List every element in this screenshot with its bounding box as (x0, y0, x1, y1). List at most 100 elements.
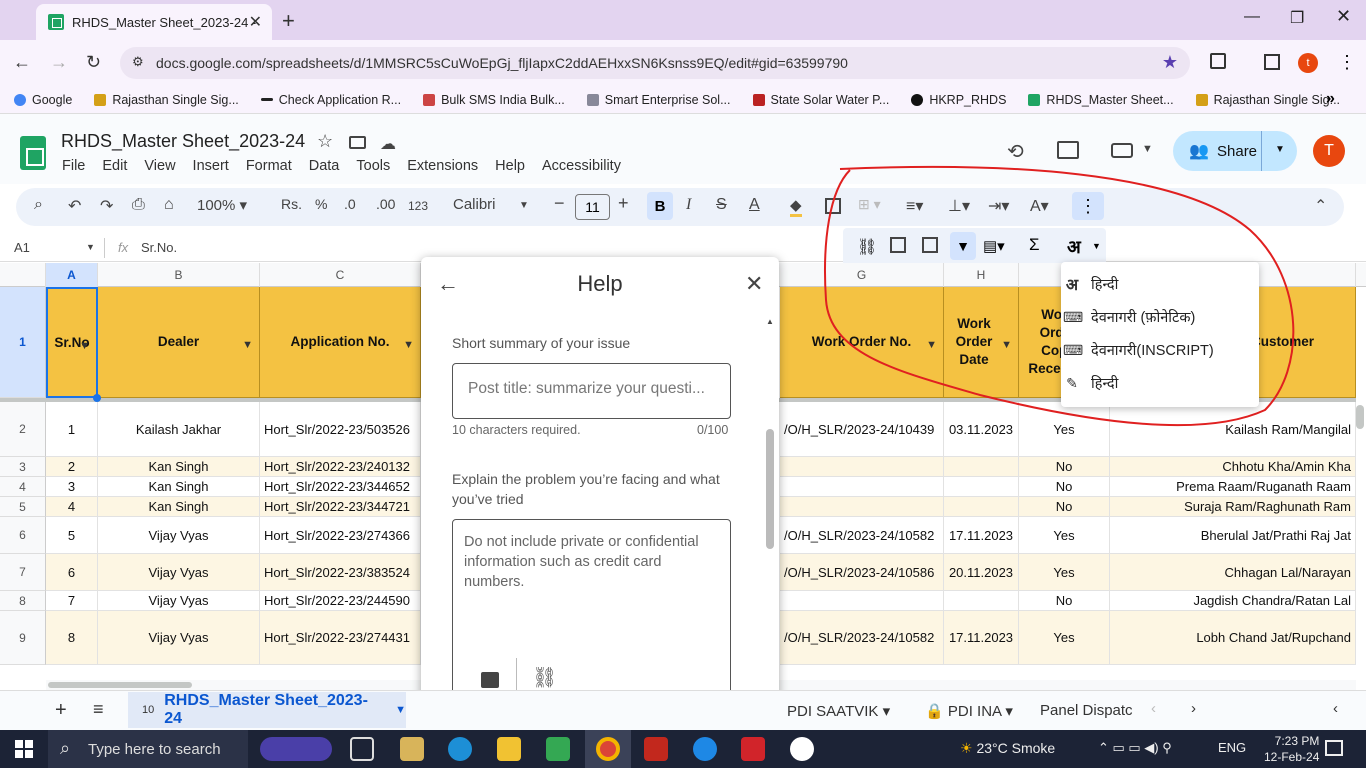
cell-sr[interactable]: 8 (46, 611, 98, 665)
menu-accessibility[interactable]: Accessibility (542, 158, 621, 174)
forward-icon[interactable]: → (50, 52, 68, 73)
header-cell-b[interactable]: Dealer ▼ (98, 287, 260, 398)
bookmark-item[interactable]: Google (14, 93, 72, 107)
redo-icon[interactable]: ↷ (100, 196, 113, 216)
cell-copy-received[interactable]: Yes (1019, 554, 1110, 591)
horizontal-scroll-thumb[interactable] (48, 682, 192, 688)
cell-dealer[interactable]: Kan Singh (98, 457, 260, 477)
insert-comment-icon[interactable] (890, 237, 906, 253)
star-icon[interactable]: ☆ (317, 131, 333, 152)
menu-edit[interactable]: Edit (102, 158, 127, 174)
collapse-menus-icon[interactable]: ⌃ (1314, 196, 1327, 216)
insert-link-icon[interactable]: ⛓ (532, 668, 557, 688)
filter-icon[interactable]: ▼ (403, 336, 414, 354)
insert-link-icon[interactable]: ⛓ (857, 237, 877, 257)
header-cell-g[interactable]: Work Order No. ▼ (780, 287, 944, 398)
header-cell-a[interactable]: Sr.No ▼ (46, 287, 98, 398)
row-number[interactable]: 5 (0, 497, 46, 517)
cell-work-order-date[interactable] (944, 497, 1019, 517)
cell-sr[interactable]: 5 (46, 517, 98, 554)
input-tools-dropdown-icon[interactable]: ▼ (1092, 241, 1101, 251)
acrobat-icon[interactable] (644, 737, 668, 761)
taskbar-search-box[interactable]: ⌕ Type here to search (48, 730, 248, 768)
vyapar-icon[interactable] (741, 737, 765, 761)
site-info-icon[interactable]: ⚙ (132, 54, 144, 70)
cell-customer[interactable]: Kailash Ram/Mangilal (1110, 402, 1356, 457)
column-header-c[interactable]: C (260, 263, 421, 287)
cell-work-order-date[interactable] (944, 591, 1019, 611)
dialog-scroll-thumb[interactable] (766, 429, 774, 549)
menu-item-hindi-transliteration[interactable]: अ हिन्दी (1066, 274, 1119, 294)
document-title[interactable]: RHDS_Master Sheet_2023-24 (61, 131, 305, 152)
meet-icon[interactable] (1111, 143, 1133, 158)
header-cell-h[interactable]: Work Order Date ▼ (944, 287, 1019, 398)
cell-application-no[interactable]: Hort_Slr/2022-23/244590 (260, 591, 421, 611)
bookmark-item[interactable]: RHDS_Master Sheet... (1028, 93, 1174, 107)
menu-extensions[interactable]: Extensions (407, 158, 478, 174)
notifications-icon[interactable] (1325, 740, 1343, 756)
internet-explorer-icon[interactable] (693, 737, 717, 761)
cell-copy-received[interactable]: No (1019, 457, 1110, 477)
row-number[interactable]: 7 (0, 554, 46, 591)
row-number[interactable]: 8 (0, 591, 46, 611)
weather-widget[interactable]: ☀ 23°C Smoke (960, 740, 1055, 757)
text-color-icon[interactable]: A (749, 196, 760, 214)
cell-work-order-no[interactable] (780, 591, 944, 611)
more-options-icon[interactable]: ⋮ (1072, 192, 1104, 220)
menu-format[interactable]: Format (246, 158, 292, 174)
bookmark-item[interactable]: State Solar Water P... (752, 93, 889, 107)
browser-menu-icon[interactable]: ⋮ (1338, 52, 1356, 73)
sheet-tab-pdi-saatvik[interactable]: PDI SAATVIK ▾ (787, 702, 890, 720)
sheet-tab-pdi-ina[interactable]: 🔒 PDI INA ▾ (925, 702, 1013, 720)
edge-icon[interactable] (448, 737, 472, 761)
column-header-h[interactable]: H (944, 263, 1019, 287)
menu-tools[interactable]: Tools (356, 158, 390, 174)
share-dropdown-icon[interactable]: ▼ (1275, 144, 1285, 155)
row-number[interactable]: 9 (0, 611, 46, 665)
reload-icon[interactable]: ↻ (86, 52, 101, 73)
column-header-g[interactable]: G (780, 263, 944, 287)
decrease-decimal-button[interactable]: .0 (344, 196, 356, 212)
version-history-icon[interactable]: ⟲ (1007, 139, 1024, 164)
browser-tab[interactable]: RHDS_Master Sheet_2023-24 - ✕ (36, 4, 272, 40)
column-header-a[interactable]: A (46, 263, 98, 287)
input-language[interactable]: ENG (1218, 740, 1246, 755)
cell-application-no[interactable]: Hort_Slr/2022-23/503526 (260, 402, 421, 457)
cell-work-order-no[interactable]: /O/H_SLR/2023-24/10586 (780, 554, 944, 591)
tray-icons[interactable]: ⌃ ▭ ▭ ◀) ⚲ (1098, 740, 1172, 756)
file-explorer-icon[interactable] (497, 737, 521, 761)
bookmark-item[interactable]: Rajasthan Single Sig... (1195, 93, 1340, 107)
all-sheets-icon[interactable]: ≡ (93, 699, 104, 720)
cell-customer[interactable]: Jagdish Chandra/Ratan Lal (1110, 591, 1356, 611)
row-number[interactable]: 1 (0, 287, 46, 398)
insert-image-icon[interactable] (481, 672, 499, 688)
functions-icon[interactable]: Σ (1029, 235, 1040, 255)
address-bar[interactable]: ⚙ docs.google.com/spreadsheets/d/1MMSRC5… (120, 47, 1190, 79)
menu-insert[interactable]: Insert (193, 158, 229, 174)
paint-format-icon[interactable]: ⌂ (164, 196, 174, 214)
v-align-icon[interactable]: ⊥▾ (948, 196, 970, 216)
bookmark-item[interactable]: HKRP_RHDS (911, 93, 1006, 107)
menu-help[interactable]: Help (495, 158, 525, 174)
cell-sr[interactable]: 2 (46, 457, 98, 477)
explore-collapse-icon[interactable]: ‹ (1333, 700, 1338, 717)
add-sheet-icon[interactable]: + (55, 699, 67, 722)
merge-cells-icon[interactable]: ⊞ ▾ (858, 196, 881, 213)
move-folder-icon[interactable] (349, 136, 366, 149)
close-icon[interactable]: ✕ (745, 271, 763, 297)
new-tab-button[interactable]: + (282, 8, 295, 34)
sheet-tab-dropdown-icon[interactable]: ▼ (395, 704, 406, 716)
cell-application-no[interactable]: Hort_Slr/2022-23/344652 (260, 477, 421, 497)
sheet-tab-panel-dispatch[interactable]: Panel Dispatc (1040, 702, 1133, 719)
cell-dealer[interactable]: Kan Singh (98, 477, 260, 497)
text-rotation-icon[interactable]: A▾ (1030, 196, 1049, 216)
cell-dealer[interactable]: Vijay Vyas (98, 611, 260, 665)
name-box[interactable]: A1 (14, 240, 30, 255)
increase-decimal-button[interactable]: .00 (376, 196, 395, 212)
strikethrough-icon[interactable]: S (716, 196, 727, 214)
cell-work-order-no[interactable]: /O/H_SLR/2023-24/10582 (780, 517, 944, 554)
more-bookmarks-icon[interactable]: » (1326, 90, 1335, 108)
cell-sr[interactable]: 6 (46, 554, 98, 591)
font-select[interactable]: Calibri (453, 196, 496, 213)
cell-work-order-date[interactable] (944, 457, 1019, 477)
